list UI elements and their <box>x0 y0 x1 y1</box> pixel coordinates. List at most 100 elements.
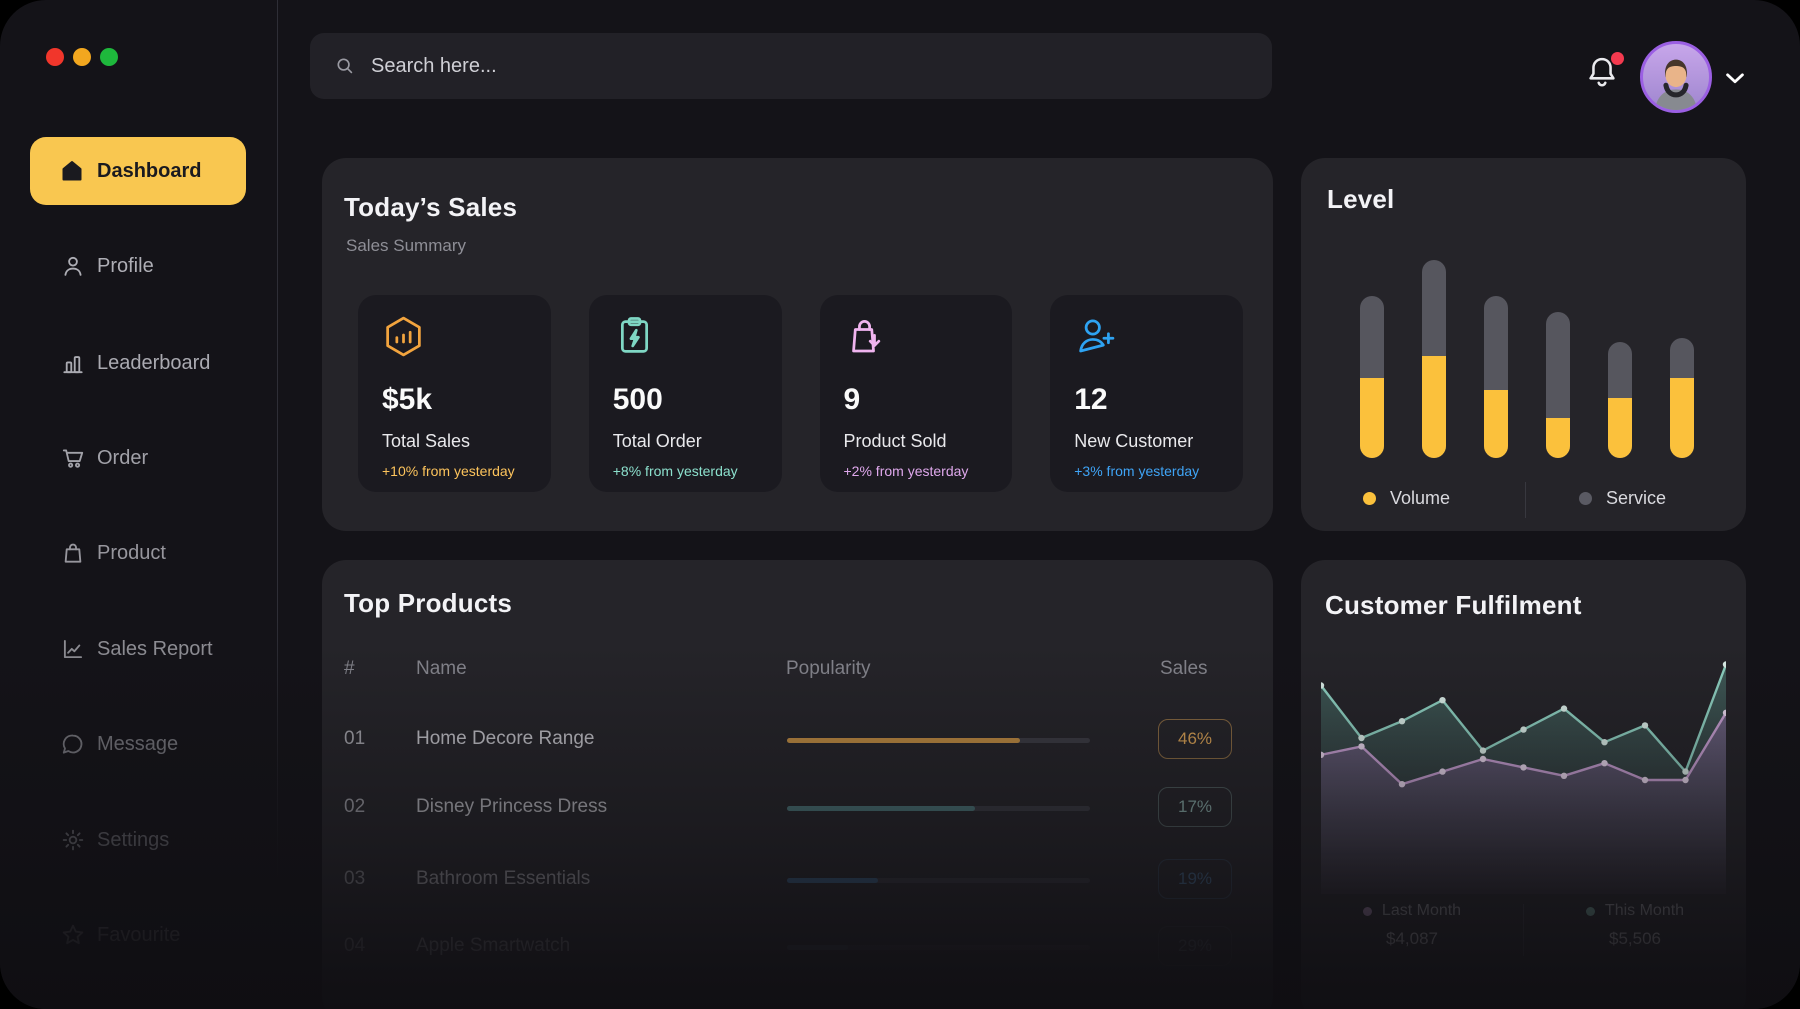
search-input[interactable] <box>369 54 1248 79</box>
data-point <box>1520 764 1526 770</box>
data-point <box>1723 661 1726 667</box>
column-header-sales: Sales <box>1160 658 1208 680</box>
data-point <box>1682 768 1688 774</box>
row-number: 01 <box>344 728 365 750</box>
sidebar-item-label: Favourite <box>97 924 180 947</box>
legend-divider <box>1525 482 1526 518</box>
column-header-popularity: Popularity <box>786 658 871 680</box>
stat-label: Total Order <box>613 431 702 452</box>
sidebar-item-order[interactable]: Order <box>60 438 148 478</box>
stat-card-total-sales: $5kTotal Sales+10% from yesterday <box>358 295 551 492</box>
popularity-fill <box>787 738 1020 743</box>
close-button[interactable] <box>46 48 64 66</box>
cart-icon <box>60 445 86 471</box>
fulfilment-chart-wrap <box>1321 644 1726 894</box>
data-point <box>1561 773 1567 779</box>
stat-value: 500 <box>613 383 663 417</box>
account-menu-button[interactable] <box>1722 66 1748 97</box>
data-point <box>1358 743 1364 749</box>
popularity-track <box>787 738 1090 743</box>
sidebar-item-product[interactable]: Product <box>60 533 166 573</box>
table-row: 02Disney Princess Dress17% <box>322 786 1243 830</box>
level-bar-volume-fill <box>1608 398 1632 458</box>
user-icon <box>60 253 86 279</box>
product-name: Disney Princess Dress <box>416 796 607 818</box>
sales-badge: 29% <box>1158 926 1232 966</box>
volume-dot <box>1363 492 1376 505</box>
stat-card-total-order: 500 Total Order +8% from yesterday <box>589 295 782 492</box>
popularity-fill <box>787 878 878 883</box>
sidebar-item-label: Profile <box>97 255 154 278</box>
sidebar-item-label: Leaderboard <box>97 352 210 375</box>
legend-label: Last Month <box>1382 902 1461 920</box>
level-bar-volume-fill <box>1546 418 1570 458</box>
legend-label: This Month <box>1605 902 1684 920</box>
stat-change: +10% from yesterday <box>382 463 515 479</box>
sidebar-item-favourite[interactable]: Favourite <box>60 915 180 955</box>
minimize-button[interactable] <box>73 48 91 66</box>
stat-label: Product Sold <box>844 431 947 452</box>
sales-badge: 46% <box>1158 719 1232 759</box>
sidebar-item-message[interactable]: Message <box>60 724 178 764</box>
search-icon <box>334 55 356 77</box>
product-name: Apple Smartwatch <box>416 935 570 957</box>
maximize-button[interactable] <box>100 48 118 66</box>
gear-icon <box>60 827 86 853</box>
avatar[interactable] <box>1640 41 1712 113</box>
level-chart <box>1301 158 1746 531</box>
trend-icon <box>60 636 86 662</box>
sales-badge: 19% <box>1158 859 1232 899</box>
stat-card-new-customer: 12 New Customer +3% from yesterday <box>1050 295 1243 492</box>
level-bar-volume-fill <box>1360 378 1384 458</box>
fulfilment-legend: Last Month$4,087This Month$5,506 <box>1301 902 1746 956</box>
bell-icon <box>1584 77 1620 94</box>
fulfilment-chart <box>1321 644 1726 894</box>
data-point <box>1601 760 1607 766</box>
level-bar <box>1546 312 1570 458</box>
clipboard-bolt-icon <box>611 313 658 365</box>
service-dot <box>1579 492 1592 505</box>
product-name: Bathroom Essentials <box>416 868 590 890</box>
table-header: # Name Popularity Sales <box>322 658 1243 684</box>
avatar-image <box>1643 44 1709 110</box>
search-bar[interactable] <box>310 33 1272 99</box>
sidebar-item-label: Settings <box>97 829 169 852</box>
legend-item-last-month: Last Month $4,087 <box>1301 902 1523 956</box>
data-point <box>1642 777 1648 783</box>
legend-item-volume: Volume <box>1363 488 1450 509</box>
stat-label: Total Sales <box>382 431 470 452</box>
stat-change: +8% from yesterday <box>613 463 738 479</box>
row-number: 03 <box>344 868 365 890</box>
sidebar: Dashboard Profile Leaderboard Order Product S… <box>0 0 277 1009</box>
stat-change: +3% from yesterday <box>1074 463 1199 479</box>
legend-value: $4,087 <box>1386 929 1438 949</box>
sidebar-item-label: Sales Report <box>97 638 213 661</box>
level-bar <box>1422 260 1446 458</box>
row-number: 02 <box>344 796 365 818</box>
popularity-fill <box>787 806 975 811</box>
data-point <box>1358 735 1364 741</box>
table-row: 03 Bathroom Essentials 19% <box>322 858 1243 902</box>
bag-icon <box>60 540 86 566</box>
sidebar-item-settings[interactable]: Settings <box>60 820 169 860</box>
chevron-down-icon <box>1722 79 1748 96</box>
data-point <box>1561 705 1567 711</box>
home-icon <box>60 159 84 183</box>
columns-icon <box>60 350 86 376</box>
sidebar-item-sales-report[interactable]: Sales Report <box>60 629 213 669</box>
sales-card-subtitle: Sales Summary <box>346 236 466 256</box>
notification-button[interactable] <box>1584 54 1622 96</box>
stat-value: 12 <box>1074 383 1107 417</box>
sidebar-item-label: Order <box>97 447 148 470</box>
sidebar-divider <box>277 0 278 880</box>
user-plus-icon <box>1072 313 1119 365</box>
sidebar-item-label: Dashboard <box>97 160 201 183</box>
row-number: 04 <box>344 935 365 957</box>
customer-fulfilment-card: Customer Fulfilment Last Month$4,087This… <box>1301 560 1746 1009</box>
sidebar-item-leaderboard[interactable]: Leaderboard <box>60 343 210 383</box>
data-point <box>1399 781 1405 787</box>
sidebar-item-profile[interactable]: Profile <box>60 246 154 286</box>
stat-card-product-sold: 9Product Sold+2% from yesterday <box>820 295 1013 492</box>
stat-label: New Customer <box>1074 431 1193 452</box>
sidebar-item-dashboard[interactable]: Dashboard <box>30 137 246 205</box>
